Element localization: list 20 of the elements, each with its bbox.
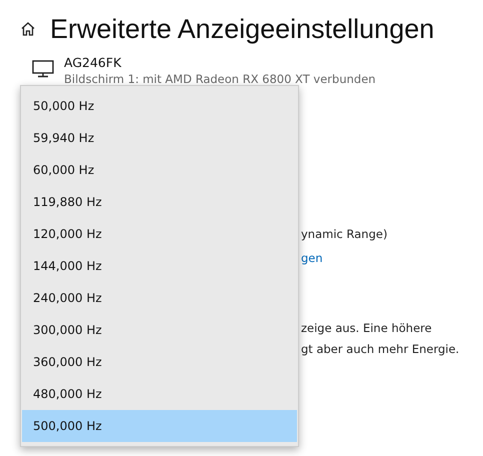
- display-name: AG246FK: [64, 55, 122, 71]
- dropdown-option[interactable]: 60,000 Hz: [22, 154, 297, 186]
- dropdown-option[interactable]: 59,940 Hz: [22, 122, 297, 154]
- dropdown-option[interactable]: 480,000 Hz: [22, 378, 297, 410]
- page-title: Erweiterte Anzeigeeinstellungen: [50, 14, 434, 44]
- description-text: gt aber auch mehr Energie.: [301, 341, 460, 358]
- settings-link[interactable]: gen: [301, 248, 323, 268]
- description-text: ynamic Range): [301, 226, 388, 243]
- monitor-icon: [32, 60, 54, 78]
- home-icon[interactable]: [20, 21, 36, 37]
- dropdown-option[interactable]: 50,000 Hz: [22, 90, 297, 122]
- display-description: Bildschirm 1: mit AMD Radeon RX 6800 XT verbunden: [64, 71, 376, 87]
- dropdown-option[interactable]: 144,000 Hz: [22, 250, 297, 282]
- dropdown-option[interactable]: 500,000 Hz: [22, 410, 297, 442]
- dropdown-option[interactable]: 360,000 Hz: [22, 346, 297, 378]
- dropdown-option[interactable]: 119,880 Hz: [22, 186, 297, 218]
- dropdown-option[interactable]: 300,000 Hz: [22, 314, 297, 346]
- dropdown-option[interactable]: 240,000 Hz: [22, 282, 297, 314]
- description-text: zeige aus. Eine höhere: [301, 320, 432, 337]
- dropdown-option[interactable]: 120,000 Hz: [22, 218, 297, 250]
